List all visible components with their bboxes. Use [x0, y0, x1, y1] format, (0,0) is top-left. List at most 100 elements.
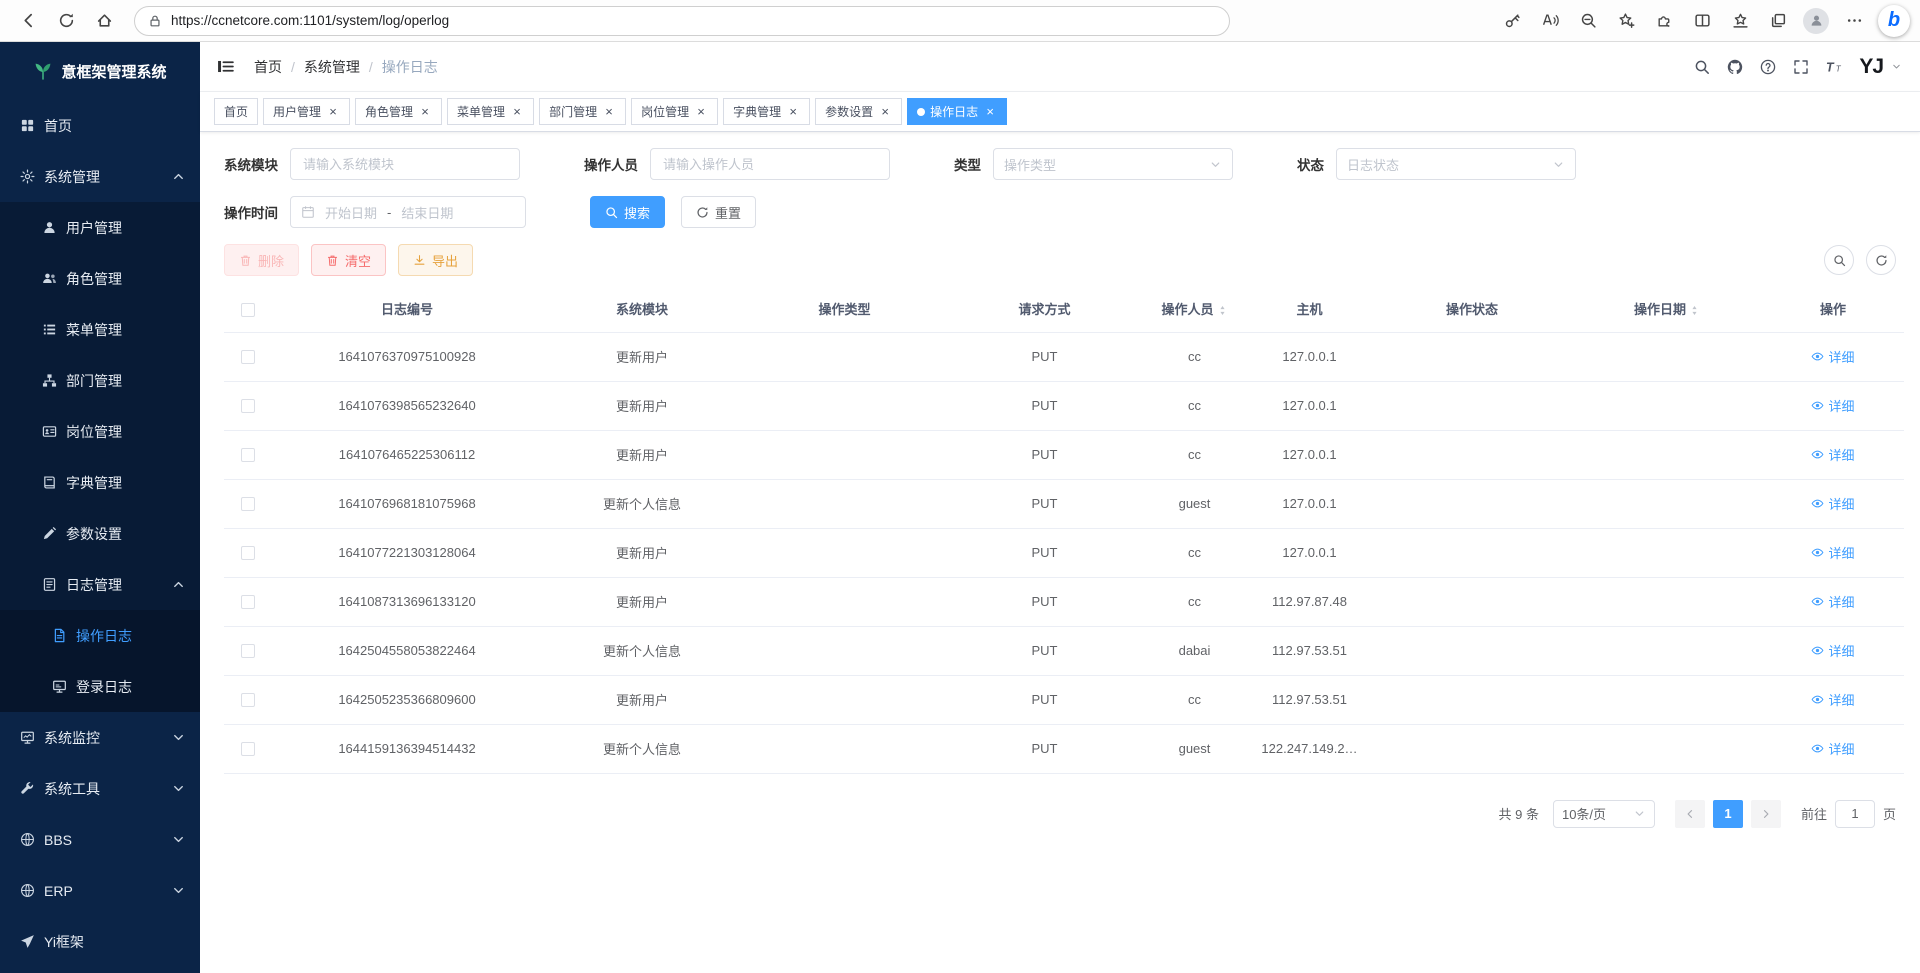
date-range-picker[interactable]: 开始日期 - 结束日期	[290, 196, 526, 228]
browser-home-button[interactable]	[86, 4, 122, 38]
browser-menu-button[interactable]	[1836, 4, 1872, 38]
address-bar[interactable]: https://ccnetcore.com:1101/system/log/op…	[134, 6, 1230, 36]
sidebar-item-log-mgmt[interactable]: 日志管理	[0, 559, 200, 610]
app-logo[interactable]: 意框架管理系统	[0, 42, 200, 100]
column-header[interactable]: 操作人员	[1142, 286, 1247, 332]
row-checkbox[interactable]	[241, 350, 255, 364]
detail-link[interactable]: 详细	[1811, 592, 1854, 611]
detail-link[interactable]: 详细	[1811, 641, 1854, 660]
sidebar-item-login-log[interactable]: 登录日志	[0, 661, 200, 712]
zoom-out-button[interactable]	[1570, 4, 1606, 38]
close-tab-icon[interactable]: ×	[602, 104, 616, 119]
bing-chat-icon[interactable]: b	[1878, 5, 1910, 37]
user-brand-logo[interactable]: YJ	[1859, 55, 1883, 79]
tab-user-mgmt[interactable]: 用户管理×	[263, 98, 350, 125]
header-search-icon[interactable]	[1694, 59, 1710, 75]
sidebar-item-dict-mgmt[interactable]: 字典管理	[0, 457, 200, 508]
row-checkbox[interactable]	[241, 742, 255, 756]
tab-role-mgmt[interactable]: 角色管理×	[355, 98, 442, 125]
add-favorite-button[interactable]	[1608, 4, 1644, 38]
tab-dept-mgmt[interactable]: 部门管理×	[539, 98, 626, 125]
browser-refresh-button[interactable]	[48, 4, 84, 38]
tab-param-settings[interactable]: 参数设置×	[815, 98, 902, 125]
close-tab-icon[interactable]: ×	[326, 104, 340, 119]
sidebar-item-system-mgmt[interactable]: 系统管理	[0, 151, 200, 202]
delete-button[interactable]: 删除	[224, 244, 299, 276]
sidebar-item-yi-framework[interactable]: Yi框架	[0, 916, 200, 967]
help-icon[interactable]	[1760, 59, 1776, 75]
sidebar-item-dept-mgmt[interactable]: 部门管理	[0, 355, 200, 406]
split-screen-button[interactable]	[1684, 4, 1720, 38]
row-checkbox[interactable]	[241, 497, 255, 511]
sidebar-item-menu-mgmt[interactable]: 菜单管理	[0, 304, 200, 355]
close-tab-icon[interactable]: ×	[694, 104, 708, 119]
tab-dict-mgmt[interactable]: 字典管理×	[723, 98, 810, 125]
breadcrumb-item-0[interactable]: 首页	[254, 57, 282, 77]
detail-link[interactable]: 详细	[1811, 396, 1854, 415]
reset-button[interactable]: 重置	[681, 196, 756, 228]
sidebar-item-sys-tools[interactable]: 系统工具	[0, 763, 200, 814]
operator-input[interactable]	[650, 148, 890, 180]
browser-back-button[interactable]	[10, 4, 46, 38]
fullscreen-icon[interactable]	[1793, 59, 1809, 75]
detail-link[interactable]: 详细	[1811, 739, 1854, 758]
close-tab-icon[interactable]: ×	[786, 104, 800, 119]
prev-page-button[interactable]	[1675, 800, 1705, 828]
type-select[interactable]: 操作类型	[993, 148, 1233, 180]
sort-icon[interactable]	[1217, 305, 1228, 316]
search-button[interactable]: 搜索	[590, 196, 665, 228]
extensions-button[interactable]	[1646, 4, 1682, 38]
read-aloud-button[interactable]	[1532, 4, 1568, 38]
tab-home[interactable]: 首页	[214, 98, 258, 125]
page-size-select[interactable]: 10条/页	[1553, 800, 1655, 828]
select-all-checkbox[interactable]	[241, 303, 255, 317]
sidebar-item-user-mgmt[interactable]: 用户管理	[0, 202, 200, 253]
user-menu-caret-icon[interactable]	[1891, 61, 1902, 72]
detail-link[interactable]: 详细	[1811, 690, 1854, 709]
sidebar-item-oper-log[interactable]: 操作日志	[0, 610, 200, 661]
row-checkbox[interactable]	[241, 399, 255, 413]
sidebar-item-param-settings[interactable]: 参数设置	[0, 508, 200, 559]
column-header[interactable]: 操作日期	[1572, 286, 1762, 332]
page-number-button[interactable]: 1	[1713, 800, 1743, 828]
row-checkbox[interactable]	[241, 644, 255, 658]
browser-profile-button[interactable]	[1798, 4, 1834, 38]
close-tab-icon[interactable]: ×	[418, 104, 432, 119]
detail-link[interactable]: 详细	[1811, 494, 1854, 513]
sidebar-toggle-button[interactable]	[200, 42, 250, 92]
row-checkbox[interactable]	[241, 448, 255, 462]
module-input[interactable]	[290, 148, 520, 180]
goto-page-input[interactable]	[1835, 800, 1875, 828]
detail-link[interactable]: 详细	[1811, 445, 1854, 464]
toggle-search-button[interactable]	[1824, 245, 1854, 275]
tab-menu-mgmt[interactable]: 菜单管理×	[447, 98, 534, 125]
close-tab-icon[interactable]: ×	[983, 104, 997, 119]
sidebar-item-sys-monitor[interactable]: 系统监控	[0, 712, 200, 763]
row-checkbox[interactable]	[241, 595, 255, 609]
row-checkbox[interactable]	[241, 693, 255, 707]
collections-button[interactable]	[1760, 4, 1796, 38]
detail-link[interactable]: 详细	[1811, 543, 1854, 562]
sidebar-item-erp[interactable]: ERP	[0, 865, 200, 916]
close-tab-icon[interactable]: ×	[878, 104, 892, 119]
sidebar-item-home[interactable]: 首页	[0, 100, 200, 151]
status-select[interactable]: 日志状态	[1336, 148, 1576, 180]
refresh-table-button[interactable]	[1866, 245, 1896, 275]
close-tab-icon[interactable]: ×	[510, 104, 524, 119]
password-manager-button[interactable]	[1494, 4, 1530, 38]
favorites-bar-button[interactable]	[1722, 4, 1758, 38]
next-page-button[interactable]	[1751, 800, 1781, 828]
breadcrumb-item-1[interactable]: 系统管理	[304, 57, 360, 77]
clear-button[interactable]: 清空	[311, 244, 386, 276]
row-checkbox[interactable]	[241, 546, 255, 560]
font-size-icon[interactable]: TT	[1826, 59, 1842, 75]
tab-post-mgmt[interactable]: 岗位管理×	[631, 98, 718, 125]
export-button[interactable]: 导出	[398, 244, 473, 276]
sidebar-item-role-mgmt[interactable]: 角色管理	[0, 253, 200, 304]
sidebar-item-post-mgmt[interactable]: 岗位管理	[0, 406, 200, 457]
detail-link[interactable]: 详细	[1811, 347, 1854, 366]
github-icon[interactable]	[1727, 59, 1743, 75]
sort-icon[interactable]	[1689, 305, 1700, 316]
sidebar-item-bbs[interactable]: BBS	[0, 814, 200, 865]
tab-oper-log[interactable]: 操作日志×	[907, 98, 1007, 125]
